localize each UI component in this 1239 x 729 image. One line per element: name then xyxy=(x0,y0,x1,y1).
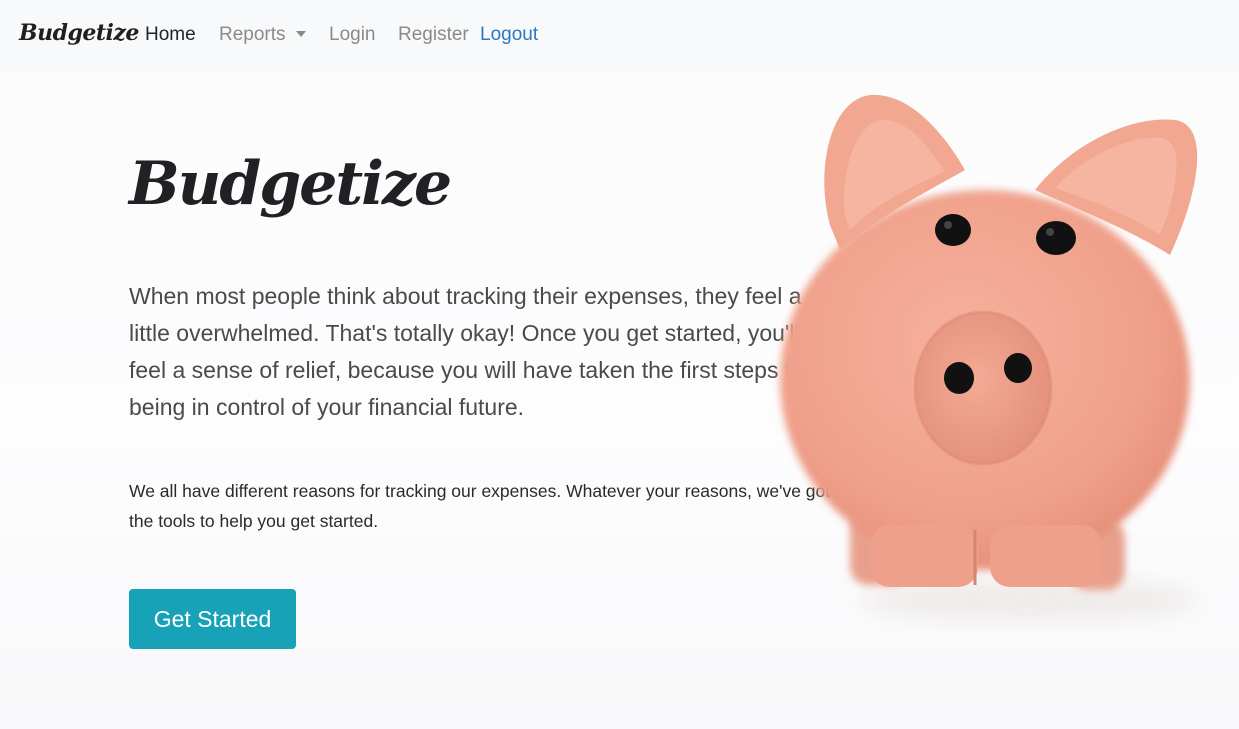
get-started-button[interactable]: Get Started xyxy=(129,589,296,649)
nav-home-link[interactable]: Home xyxy=(145,24,196,46)
hero-title: Budgetize xyxy=(129,149,452,219)
nav-logout-link[interactable]: Logout xyxy=(480,24,538,46)
navbar-brand[interactable]: Budgetize xyxy=(19,20,139,46)
nav-reports-label: Reports xyxy=(219,24,286,45)
chevron-down-icon xyxy=(295,31,306,37)
hero-subtext: We all have different reasons for tracki… xyxy=(129,481,831,531)
nav-login-link[interactable]: Login xyxy=(329,24,376,46)
navbar: Budgetize Home Reports Login Register Lo… xyxy=(0,0,1239,72)
nav-reports-dropdown[interactable]: Reports xyxy=(219,24,306,46)
piggy-bank-image xyxy=(780,94,1200,622)
page: Budgetize Home Reports Login Register Lo… xyxy=(0,0,1239,729)
nav-register-link[interactable]: Register xyxy=(398,24,469,46)
hero-lead-text: When most people think about tracking th… xyxy=(129,283,805,420)
